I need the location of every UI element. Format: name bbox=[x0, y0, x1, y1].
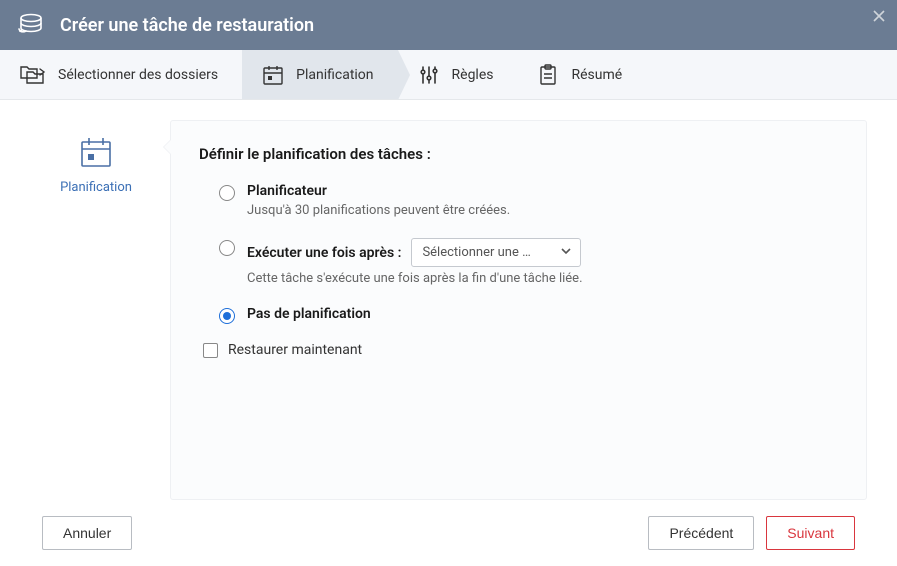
option-run-once-desc: Cette tâche s'exécute une fois après la … bbox=[247, 271, 838, 286]
sliders-icon bbox=[418, 64, 440, 86]
dialog-footer: Annuler Précédent Suivant bbox=[0, 500, 897, 566]
previous-button[interactable]: Précédent bbox=[648, 516, 754, 550]
cancel-button[interactable]: Annuler bbox=[42, 516, 132, 550]
dialog-title: Créer une tâche de restauration bbox=[60, 15, 314, 36]
restore-icon bbox=[16, 13, 44, 37]
restore-now-checkbox[interactable] bbox=[203, 343, 218, 358]
close-icon[interactable] bbox=[873, 10, 885, 25]
task-select-value: Sélectionner une … bbox=[422, 245, 530, 260]
left-column: Planification bbox=[30, 120, 162, 500]
wizard-step-schedule[interactable]: Planification bbox=[242, 50, 397, 99]
wizard-step-label: Règles bbox=[452, 67, 494, 83]
wizard-nav: Sélectionner des dossiers Planification … bbox=[0, 50, 897, 100]
option-run-once-label: Exécuter une fois après : bbox=[247, 245, 401, 261]
dialog-header: Créer une tâche de restauration bbox=[0, 0, 897, 50]
wizard-step-rules[interactable]: Règles bbox=[398, 50, 518, 99]
next-button[interactable]: Suivant bbox=[766, 516, 855, 550]
calendar-large-icon bbox=[30, 136, 162, 168]
main-panel: Définir le planification des tâches : Pl… bbox=[170, 120, 867, 500]
wizard-step-label: Sélectionner des dossiers bbox=[58, 67, 218, 83]
option-no-schedule-label: Pas de planification bbox=[247, 306, 838, 322]
radio-no-schedule[interactable] bbox=[219, 308, 235, 324]
panel-title: Définir le planification des tâches : bbox=[199, 145, 838, 163]
option-scheduler-label: Planificateur bbox=[247, 183, 838, 199]
restore-now-label: Restaurer maintenant bbox=[228, 342, 362, 358]
option-no-schedule[interactable]: Pas de planification bbox=[199, 306, 838, 324]
task-select[interactable]: Sélectionner une … bbox=[411, 238, 581, 267]
summary-icon bbox=[537, 64, 559, 86]
calendar-icon bbox=[262, 64, 284, 86]
option-run-once[interactable]: Exécuter une fois après : Sélectionner u… bbox=[199, 238, 838, 300]
wizard-step-label: Résumé bbox=[571, 67, 622, 83]
option-scheduler[interactable]: Planificateur Jusqu'à 30 planifications … bbox=[199, 183, 838, 232]
wizard-step-label: Planification bbox=[296, 67, 373, 83]
chevron-down-icon bbox=[560, 245, 572, 261]
folders-icon bbox=[20, 64, 46, 86]
restore-now-row[interactable]: Restaurer maintenant bbox=[199, 342, 838, 358]
radio-run-once[interactable] bbox=[219, 240, 235, 256]
wizard-step-summary[interactable]: Résumé bbox=[517, 50, 646, 99]
wizard-step-folders[interactable]: Sélectionner des dossiers bbox=[0, 50, 242, 99]
radio-scheduler[interactable] bbox=[219, 185, 235, 201]
option-scheduler-desc: Jusqu'à 30 planifications peuvent être c… bbox=[247, 203, 838, 218]
left-column-label: Planification bbox=[30, 180, 162, 195]
